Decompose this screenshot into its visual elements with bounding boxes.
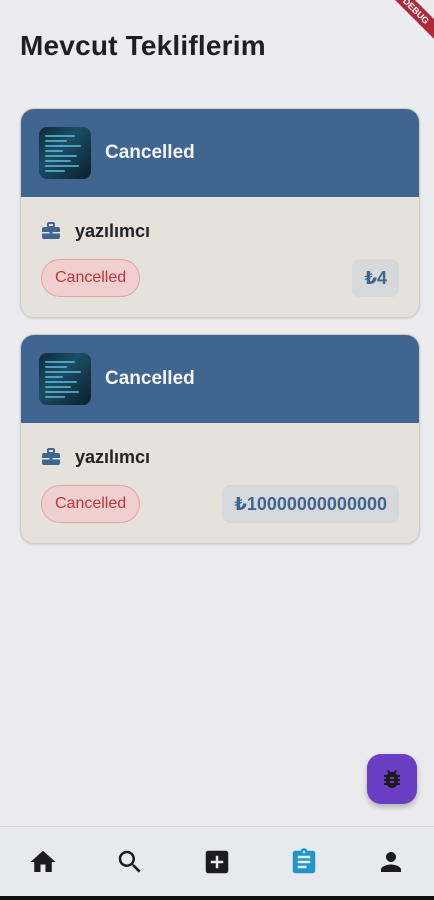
debug-fab-button[interactable]: [367, 754, 417, 804]
info-row: Cancelled ₺10000000000000: [41, 485, 399, 523]
nav-item-offers[interactable]: [274, 827, 334, 897]
price-chip: ₺10000000000000: [222, 485, 399, 523]
debug-banner-label: DEBUG: [382, 0, 434, 45]
assignment-icon: [292, 847, 316, 873]
add-box-icon: [205, 850, 229, 873]
card-header-title: Cancelled: [105, 142, 195, 163]
price-chip: ₺4: [352, 259, 399, 297]
nav-item-profile[interactable]: [361, 827, 421, 897]
role-text: yazılımcı: [75, 220, 151, 241]
offer-card[interactable]: Cancelled yazılımcı Cancelled ₺4: [20, 108, 420, 318]
card-header: Cancelled: [21, 109, 419, 197]
search-icon: [118, 850, 141, 873]
card-header: Cancelled: [21, 335, 419, 423]
role-text: yazılımcı: [75, 446, 151, 467]
role-row: yazılımcı: [41, 445, 399, 469]
briefcase-icon: [42, 222, 60, 239]
system-nav-edge: [0, 896, 434, 900]
person-icon: [380, 851, 401, 872]
offer-list: Cancelled yazılımcı Cancelled ₺4 Cancell…: [20, 108, 420, 560]
role-row: yazılımcı: [41, 219, 399, 243]
nav-item-home[interactable]: [13, 827, 73, 897]
debug-banner: DEBUG: [374, 0, 434, 60]
nav-item-search[interactable]: [100, 827, 160, 897]
screen: DEBUG Mevcut Tekliflerim Cancelled yazıl…: [0, 0, 434, 900]
offer-thumbnail: [39, 353, 91, 405]
status-badge: Cancelled: [41, 485, 141, 523]
card-body: yazılımcı Cancelled ₺4: [21, 197, 419, 317]
offer-thumbnail: [39, 127, 91, 179]
page-title: Mevcut Tekliflerim: [20, 30, 266, 61]
home-icon: [30, 850, 56, 872]
bug-icon: [384, 770, 400, 788]
info-row: Cancelled ₺4: [41, 259, 399, 297]
briefcase-icon: [42, 448, 60, 465]
card-header-title: Cancelled: [105, 368, 195, 389]
offer-card[interactable]: Cancelled yazılımcı Cancelled ₺100000000…: [20, 334, 420, 544]
nav-item-add[interactable]: [187, 827, 247, 897]
bottom-nav: [0, 826, 434, 896]
status-badge: Cancelled: [41, 259, 141, 297]
card-body: yazılımcı Cancelled ₺10000000000000: [21, 423, 419, 543]
